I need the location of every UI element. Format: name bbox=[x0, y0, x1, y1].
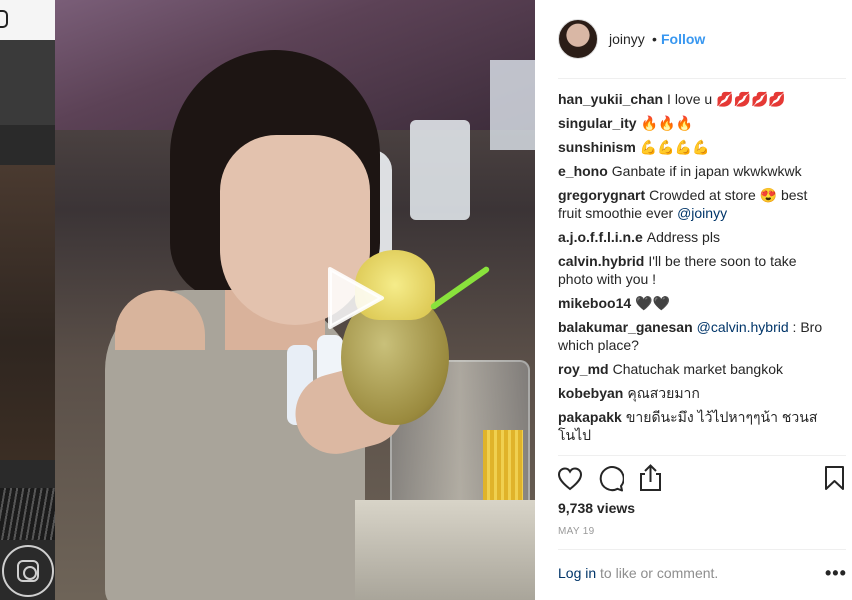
video-scene-straw bbox=[429, 265, 491, 311]
save-button[interactable] bbox=[824, 465, 845, 491]
comment-username[interactable]: a.j.o.f.f.l.i.n.e bbox=[558, 229, 643, 245]
post-date: MAY 19 bbox=[558, 526, 595, 537]
feed-backdrop bbox=[0, 0, 55, 600]
video-scene-light bbox=[410, 120, 470, 220]
comment-username[interactable]: singular_ity bbox=[558, 115, 637, 131]
comment-item: pakapakk ขายดีนะมึง ไว้ไปหาๆๆน้า ชวนสโนไป bbox=[558, 408, 833, 444]
divider bbox=[558, 78, 846, 79]
comment-item: kobebyan คุณสวยมาก bbox=[558, 384, 833, 402]
comment-username[interactable]: pakapakk bbox=[558, 409, 622, 425]
comment-text: Ganbate if in japan wkwkwkwk bbox=[611, 163, 802, 179]
comment-item: roy_md Chatuchak market bangkok bbox=[558, 360, 833, 378]
comment-username[interactable]: gregorygnart bbox=[558, 187, 645, 203]
comment-text: 🖤🖤 bbox=[635, 295, 671, 311]
comment-item: singular_ity 🔥🔥🔥 bbox=[558, 114, 833, 132]
instagram-icon bbox=[0, 10, 8, 28]
comment-text: คุณสวยมาก bbox=[627, 385, 700, 401]
comment-username[interactable]: han_yukii_chan bbox=[558, 91, 663, 107]
comment-text: 🔥🔥🔥 bbox=[640, 115, 693, 131]
play-button[interactable] bbox=[320, 263, 390, 333]
comment-button[interactable] bbox=[597, 465, 625, 492]
video-scene-light bbox=[490, 60, 535, 150]
divider bbox=[558, 455, 846, 456]
comment-username[interactable]: e_hono bbox=[558, 163, 608, 179]
comment-username[interactable]: roy_md bbox=[558, 361, 609, 377]
separator-dot: • bbox=[652, 31, 657, 47]
follow-button[interactable]: Follow bbox=[661, 31, 705, 47]
comment-mention[interactable]: @calvin.hybrid bbox=[697, 319, 789, 335]
comment-item: calvin.hybrid I'll be there soon to take … bbox=[558, 252, 833, 288]
divider bbox=[558, 549, 846, 550]
comment-text: 💪💪💪💪 bbox=[639, 139, 710, 155]
comment-username[interactable]: calvin.hybrid bbox=[558, 253, 644, 269]
backdrop-tile bbox=[0, 40, 55, 125]
comment-item: e_hono Ganbate if in japan wkwkwkwk bbox=[558, 162, 833, 180]
instagram-logo-icon bbox=[2, 545, 54, 597]
video-scene-cups bbox=[355, 500, 535, 600]
like-button[interactable] bbox=[557, 466, 583, 492]
comment-item: sunshinism 💪💪💪💪 bbox=[558, 138, 833, 156]
comment-item: han_yukii_chan I love u 💋💋💋💋 bbox=[558, 90, 833, 108]
share-button[interactable] bbox=[638, 464, 663, 492]
view-count[interactable]: 9,738 views bbox=[558, 500, 635, 516]
post-video[interactable] bbox=[55, 0, 535, 600]
comment-username[interactable]: balakumar_ganesan bbox=[558, 319, 693, 335]
comment-text: Chatuchak market bangkok bbox=[612, 361, 784, 377]
comment-username[interactable]: mikeboo14 bbox=[558, 295, 631, 311]
comment-item: balakumar_ganesan @calvin.hybrid : Bro wh… bbox=[558, 318, 833, 354]
comment-text: I love u 💋💋💋💋 bbox=[667, 91, 786, 107]
play-icon bbox=[328, 267, 384, 329]
comment-text: Address pls bbox=[646, 229, 720, 245]
share-icon bbox=[640, 464, 661, 491]
comment-username[interactable]: sunshinism bbox=[558, 139, 636, 155]
comment-list[interactable]: han_yukii_chan I love u 💋💋💋💋 singular_ity… bbox=[558, 90, 833, 456]
login-prompt-text: to like or comment. bbox=[596, 565, 719, 581]
post-username[interactable]: joinyy bbox=[609, 31, 645, 47]
heart-icon bbox=[557, 467, 583, 491]
login-link[interactable]: Log in bbox=[558, 565, 596, 581]
backdrop-tile bbox=[0, 0, 55, 40]
comment-icon bbox=[599, 466, 625, 492]
bookmark-icon bbox=[825, 466, 844, 490]
backdrop-tile bbox=[0, 165, 55, 460]
login-prompt: Log in to like or comment. bbox=[558, 565, 718, 581]
more-options-button[interactable]: ••• bbox=[825, 563, 847, 584]
comment-item: gregorygnart Crowded at store 😍 best frui… bbox=[558, 186, 833, 222]
avatar[interactable] bbox=[558, 19, 598, 59]
comment-item: a.j.o.f.f.l.i.n.e Address pls bbox=[558, 228, 833, 246]
comment-username[interactable]: kobebyan bbox=[558, 385, 623, 401]
backdrop-tile bbox=[0, 488, 55, 540]
comment-item: mikeboo14 🖤🖤 bbox=[558, 294, 833, 312]
post-detail-panel: joinyy • Follow han_yukii_chan I love u 💋… bbox=[535, 0, 852, 600]
post-header: joinyy • Follow bbox=[535, 0, 852, 78]
comment-mention[interactable]: @joinyy bbox=[677, 205, 727, 221]
